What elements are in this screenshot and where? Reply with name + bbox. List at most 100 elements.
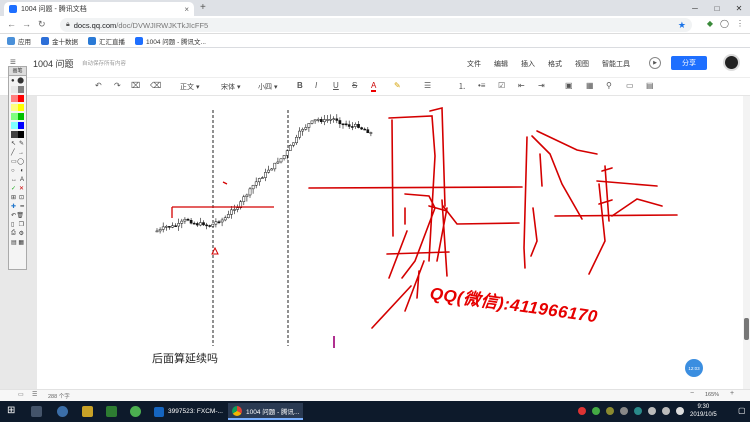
arrow-tool-icon[interactable]: → xyxy=(18,150,24,156)
tray-gray-icon[interactable] xyxy=(620,407,628,415)
circle-tool-icon[interactable]: ○ xyxy=(11,168,15,174)
forward-icon[interactable]: → xyxy=(22,19,31,29)
notifications-icon[interactable]: ▢ xyxy=(738,406,746,415)
pencil-tool-icon[interactable]: ✎ xyxy=(19,140,24,147)
redo-icon[interactable]: ↷ xyxy=(114,81,121,90)
check-icon[interactable]: ✓ xyxy=(11,185,16,192)
vertical-scrollbar[interactable] xyxy=(743,96,750,389)
menu-insert[interactable]: 插入 xyxy=(521,59,535,69)
taskbar-app-chrome[interactable]: 1004 问题 - 腾讯... xyxy=(228,403,304,420)
tab-close-icon[interactable]: × xyxy=(184,5,189,14)
extension-icon[interactable]: ◆ xyxy=(707,19,713,28)
minimize-icon[interactable]: ─ xyxy=(684,0,706,16)
taskbar-app-fxcm[interactable]: 3997523: FXCM-... xyxy=(150,403,227,420)
present-play-icon[interactable]: ▶ xyxy=(649,57,661,69)
color-swatch-yellow[interactable] xyxy=(17,104,24,111)
new-tab-icon[interactable]: + xyxy=(200,2,206,13)
undo-draw-icon[interactable]: ↶ xyxy=(11,212,16,219)
menu-smart-tools[interactable]: 智能工具 xyxy=(602,59,630,69)
cross-icon[interactable]: ✕ xyxy=(19,185,24,192)
zoom-out-icon[interactable]: − xyxy=(690,390,694,397)
avatar[interactable] xyxy=(723,54,740,71)
butterfly-app-icon[interactable] xyxy=(57,406,68,417)
pen-dot-large-icon[interactable]: ⬤ xyxy=(17,77,24,84)
color-swatch-gray[interactable] xyxy=(17,86,24,93)
tray-olive-icon[interactable] xyxy=(606,407,614,415)
page-icon[interactable]: ▯ xyxy=(11,221,14,228)
paragraph-style-select[interactable]: 正文 ▾ xyxy=(180,82,199,92)
add-icon[interactable]: ✚ xyxy=(11,203,16,210)
menu-view[interactable]: 视图 xyxy=(575,59,589,69)
bold-button[interactable]: B xyxy=(297,81,303,90)
url-input[interactable]: 🔒︎ docs.qq.com/doc/DVWJIRWJKTkJIcFF5 ★ xyxy=(60,18,692,32)
copy-icon[interactable]: ❐ xyxy=(19,221,24,228)
back-icon[interactable]: ← xyxy=(7,19,16,29)
bookmark-huihui[interactable]: 汇汇直播 xyxy=(88,36,125,46)
bookmark-doc[interactable]: 1004 问题 - 腾讯文... xyxy=(135,36,206,46)
ellipse-tool-icon[interactable]: ◯ xyxy=(17,158,24,165)
color-swatch-black[interactable] xyxy=(17,131,24,138)
color-swatch-blue[interactable] xyxy=(17,122,24,129)
italic-button[interactable]: I xyxy=(315,81,317,90)
underline-button[interactable]: U xyxy=(333,81,339,90)
doc-title[interactable]: 1004 问题 xyxy=(33,57,74,70)
more-icon[interactable]: ▤ xyxy=(646,81,654,90)
crop-tool-icon[interactable]: ⊡ xyxy=(19,194,24,201)
ordered-list-icon[interactable]: ⒈ xyxy=(458,81,466,92)
share-button[interactable]: 分享 xyxy=(671,56,707,70)
menu-edit[interactable]: 编辑 xyxy=(494,59,508,69)
font-size-select[interactable]: 小四 ▾ xyxy=(258,82,277,92)
image-icon[interactable]: ▣ xyxy=(565,81,573,90)
rectangle-tool-icon[interactable]: ▭ xyxy=(11,158,17,165)
pictures-app-icon[interactable] xyxy=(82,406,93,417)
comment-icon[interactable]: ▭ xyxy=(626,81,634,90)
clear-format-icon[interactable]: ⌫ xyxy=(150,81,161,90)
font-family-select[interactable]: 宋体 ▾ xyxy=(221,82,240,92)
document-page[interactable]: 后面算延续吗 QQ(微信):411966170 xyxy=(37,96,743,389)
tray-ime-icon[interactable] xyxy=(676,407,684,415)
zoom-tool-icon[interactable]: ⊞ xyxy=(11,194,16,201)
tray-green-icon[interactable] xyxy=(592,407,600,415)
link-icon[interactable]: ⚲ xyxy=(606,81,612,90)
scrollbar-thumb[interactable] xyxy=(744,318,749,340)
minus-icon[interactable]: ━ xyxy=(20,203,24,210)
table-icon[interactable]: ▦ xyxy=(586,81,594,90)
bookmark-star-icon[interactable]: ★ xyxy=(678,20,686,31)
bullet-list-icon[interactable]: •≡ xyxy=(478,81,485,90)
windows-start-icon[interactable]: ⊞ xyxy=(7,405,15,416)
green-app-icon[interactable] xyxy=(130,406,141,417)
menu-format[interactable]: 格式 xyxy=(548,59,562,69)
trash-icon[interactable]: 🗑︎ xyxy=(16,212,24,219)
strikethrough-button[interactable]: S xyxy=(352,81,357,90)
maximize-icon[interactable]: □ xyxy=(706,0,728,16)
media-app-icon[interactable] xyxy=(106,406,117,417)
browser-tab[interactable]: 1004 问题 - 腾讯文档 × xyxy=(4,2,194,16)
help-bubble[interactable]: 12:03 xyxy=(685,359,703,377)
checklist-icon[interactable]: ☑ xyxy=(498,81,505,90)
highlight-icon[interactable]: ✎ xyxy=(394,81,401,90)
tray-teal-icon[interactable] xyxy=(634,407,642,415)
zoom-in-icon[interactable]: + xyxy=(730,390,734,397)
pen-dot-small-icon[interactable]: ● xyxy=(11,78,15,84)
printer-icon[interactable]: ⎙ xyxy=(11,230,16,237)
format-painter-icon[interactable]: ⌧ xyxy=(131,81,140,90)
tray-network-icon[interactable] xyxy=(648,407,656,415)
tray-volume-icon[interactable] xyxy=(662,407,670,415)
taskbar-clock[interactable]: 9:30 2019/10/5 xyxy=(690,403,717,419)
close-window-icon[interactable]: ✕ xyxy=(728,0,750,16)
bookmark-jin10[interactable]: 金十数据 xyxy=(41,36,78,46)
list-view-icon[interactable]: ☰ xyxy=(32,391,37,398)
zoom-level[interactable]: 165% xyxy=(705,392,719,398)
fill-tool-icon[interactable]: ◐ xyxy=(20,168,24,174)
tray-red-icon[interactable] xyxy=(578,407,586,415)
task-view-icon[interactable] xyxy=(31,406,42,417)
profile-icon[interactable]: ◯ xyxy=(720,19,729,28)
outline-icon[interactable]: ▭ xyxy=(18,391,24,398)
font-color-button[interactable]: A xyxy=(371,81,377,92)
bookmark-apps[interactable]: 应用 xyxy=(7,36,31,46)
align-icon[interactable]: ☰ xyxy=(424,81,431,90)
text-tool-icon[interactable]: A xyxy=(20,177,24,183)
save-icon[interactable]: ▤ xyxy=(11,239,17,246)
reload-icon[interactable]: ↻ xyxy=(38,19,46,30)
undo-icon[interactable]: ↶ xyxy=(95,81,102,90)
